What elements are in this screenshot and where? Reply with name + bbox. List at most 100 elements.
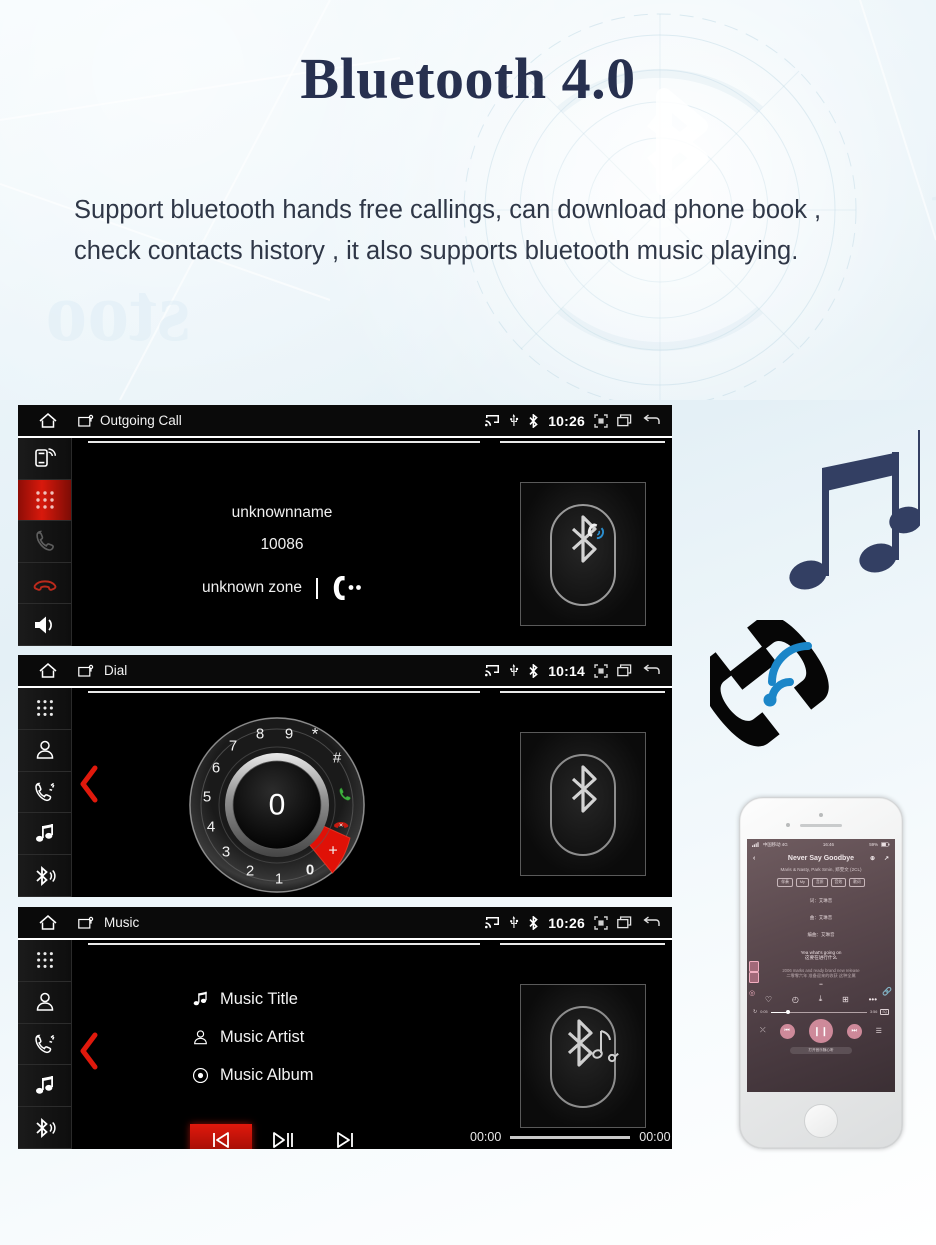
chip-my[interactable]: My bbox=[795, 878, 809, 887]
status-icons: 10:26 bbox=[485, 915, 672, 931]
screenshot-icon[interactable] bbox=[594, 663, 608, 678]
add-icon[interactable]: ⊕ bbox=[870, 855, 875, 862]
back-icon[interactable]: ‹ bbox=[753, 855, 755, 862]
head-unit-screen-outgoing-call: Outgoing Call 10:26 unknownname 10086 un… bbox=[18, 405, 672, 646]
sidebar-item-call-history[interactable] bbox=[18, 1024, 71, 1066]
comment-icon[interactable]: ◴ bbox=[792, 995, 799, 1004]
bluetooth-icon[interactable] bbox=[528, 915, 539, 930]
prev-panel-button[interactable] bbox=[78, 763, 100, 810]
sidebar-item-dialpad[interactable] bbox=[18, 479, 71, 522]
home-button[interactable] bbox=[804, 1104, 838, 1138]
link-icon[interactable]: 🔗 bbox=[882, 987, 892, 996]
sidebar-item-dialpad[interactable] bbox=[18, 688, 71, 730]
play-pause-button[interactable] bbox=[252, 1124, 314, 1149]
track-artist-row: Music Artist bbox=[192, 1018, 314, 1056]
track-album: Music Album bbox=[220, 1065, 314, 1084]
caller-name: unknownname bbox=[231, 504, 333, 521]
music-icon bbox=[35, 823, 53, 842]
chip-quality[interactable]: 音质 bbox=[811, 878, 828, 887]
next-track-icon[interactable]: ⏭ bbox=[846, 1023, 862, 1039]
sidebar-item-music[interactable] bbox=[18, 813, 71, 856]
prev-panel-button[interactable] bbox=[78, 1030, 100, 1077]
chip-effects[interactable]: 音效 bbox=[830, 878, 847, 887]
usb-icon[interactable] bbox=[509, 414, 519, 427]
home-button[interactable] bbox=[18, 914, 78, 931]
seek-track[interactable] bbox=[770, 1010, 867, 1014]
chevron-left-icon bbox=[80, 765, 98, 803]
playlist-add-icon[interactable]: ⊞ bbox=[842, 995, 849, 1004]
bluetooth-icon[interactable] bbox=[528, 413, 539, 428]
playback-controls bbox=[190, 1124, 376, 1149]
back-icon[interactable] bbox=[643, 664, 660, 677]
cast-icon[interactable] bbox=[485, 664, 500, 677]
home-icon bbox=[39, 663, 57, 678]
repeat-icon[interactable]: ↻ bbox=[753, 1009, 757, 1015]
previous-track-icon[interactable]: ⏮ bbox=[779, 1023, 795, 1039]
download-icon[interactable]: ⤓ bbox=[819, 994, 823, 1004]
recent-apps-icon[interactable] bbox=[617, 414, 634, 427]
svg-text:8: 8 bbox=[256, 726, 264, 743]
heart-icon[interactable]: ♡ bbox=[765, 995, 772, 1004]
rotary-dialpad[interactable]: 8 9 7 6 5 4 3 2 1 * # + 0 ✕ 0 bbox=[182, 710, 372, 897]
cast-icon[interactable] bbox=[485, 414, 500, 427]
cast-icon[interactable] bbox=[485, 916, 500, 929]
sidebar-item-hangup[interactable] bbox=[18, 563, 71, 605]
seek-knob[interactable] bbox=[786, 1010, 791, 1014]
chip-lyrics[interactable]: 歌词 bbox=[849, 878, 865, 887]
sidebar-item-call-history[interactable] bbox=[18, 772, 71, 814]
proximity-sensor bbox=[819, 813, 823, 817]
dial-content: 8 9 7 6 5 4 3 2 1 * # + 0 ✕ 0 bbox=[72, 688, 672, 897]
sidebar-item-speaker[interactable] bbox=[18, 604, 71, 646]
bluetooth-icon[interactable] bbox=[528, 663, 539, 678]
recent-apps-icon[interactable] bbox=[617, 916, 634, 929]
screen-body: unknownname 10086 unknown zone bbox=[18, 438, 672, 646]
side-badge-top[interactable] bbox=[749, 961, 759, 972]
wifi-dot bbox=[763, 693, 777, 707]
page-title: Bluetooth 4.0 bbox=[300, 46, 636, 111]
usb-icon[interactable] bbox=[509, 664, 519, 677]
pause-icon[interactable]: ❙❙ bbox=[808, 1019, 833, 1043]
sidebar-item-phone-link[interactable] bbox=[18, 438, 71, 480]
music-notes-graphic bbox=[789, 430, 936, 590]
page-description: Support bluetooth hands free callings, c… bbox=[74, 196, 822, 265]
sidebar-item-bluetooth[interactable] bbox=[18, 855, 71, 897]
music-note-icon bbox=[193, 991, 207, 1005]
sidebar-item-bluetooth[interactable] bbox=[18, 1107, 71, 1149]
playback-progress[interactable]: 00:00 00:00 bbox=[470, 1130, 671, 1144]
sidebar-item-dialpad[interactable] bbox=[18, 940, 71, 982]
chip-accompaniment[interactable]: 伴奏 bbox=[777, 878, 793, 887]
back-icon[interactable] bbox=[643, 414, 660, 427]
side-badge-bottom[interactable] bbox=[749, 972, 759, 983]
queue-icon[interactable]: ☰ bbox=[876, 1027, 882, 1035]
record-icon[interactable]: ◎ bbox=[749, 989, 755, 997]
screenshot-icon[interactable] bbox=[594, 413, 608, 428]
phone-transport-controls: ⤫ ⏮ ❙❙ ⏭ ☰ bbox=[747, 1019, 895, 1043]
home-button[interactable] bbox=[18, 662, 78, 679]
back-icon[interactable] bbox=[643, 916, 660, 929]
more-icon[interactable]: ••• bbox=[869, 995, 877, 1004]
sidebar-item-contacts[interactable] bbox=[18, 730, 71, 772]
shuffle-icon[interactable]: ⤫ bbox=[760, 1027, 766, 1035]
recent-apps-icon[interactable] bbox=[617, 664, 634, 677]
screenshot-icon[interactable] bbox=[594, 915, 608, 930]
share-icon[interactable]: ↗ bbox=[884, 855, 889, 862]
app-title: Outgoing Call bbox=[100, 413, 182, 428]
progress-bar[interactable] bbox=[510, 1135, 631, 1139]
svg-text:✕: ✕ bbox=[339, 823, 344, 829]
usb-icon[interactable] bbox=[509, 916, 519, 929]
bluetooth-art bbox=[550, 754, 616, 856]
previous-track-button[interactable] bbox=[190, 1124, 252, 1149]
phone-screen: 中国移动 4G 16:46 59% ‹ Never Say Goodbye ⊕ … bbox=[747, 839, 895, 1092]
front-camera bbox=[786, 823, 790, 827]
home-button[interactable] bbox=[18, 412, 78, 429]
phone-bottom-banner[interactable]: 打开音乐随心听 bbox=[790, 1047, 852, 1054]
sidebar-item-contacts[interactable] bbox=[18, 982, 71, 1024]
quality-badge[interactable]: SQ bbox=[880, 1009, 889, 1015]
sidebar-item-answer[interactable] bbox=[18, 521, 71, 563]
next-track-button[interactable] bbox=[314, 1124, 376, 1149]
phone-seek-bar[interactable]: ↻ 0:05 3:56 SQ bbox=[747, 1009, 895, 1015]
lyric-next-cn: 二零零六年 准备迎来的收获 这种全属 bbox=[786, 973, 856, 978]
status-bar: Dial 10:14 bbox=[18, 655, 672, 688]
sidebar-item-music[interactable] bbox=[18, 1065, 71, 1108]
dialpad-icon bbox=[35, 491, 54, 509]
